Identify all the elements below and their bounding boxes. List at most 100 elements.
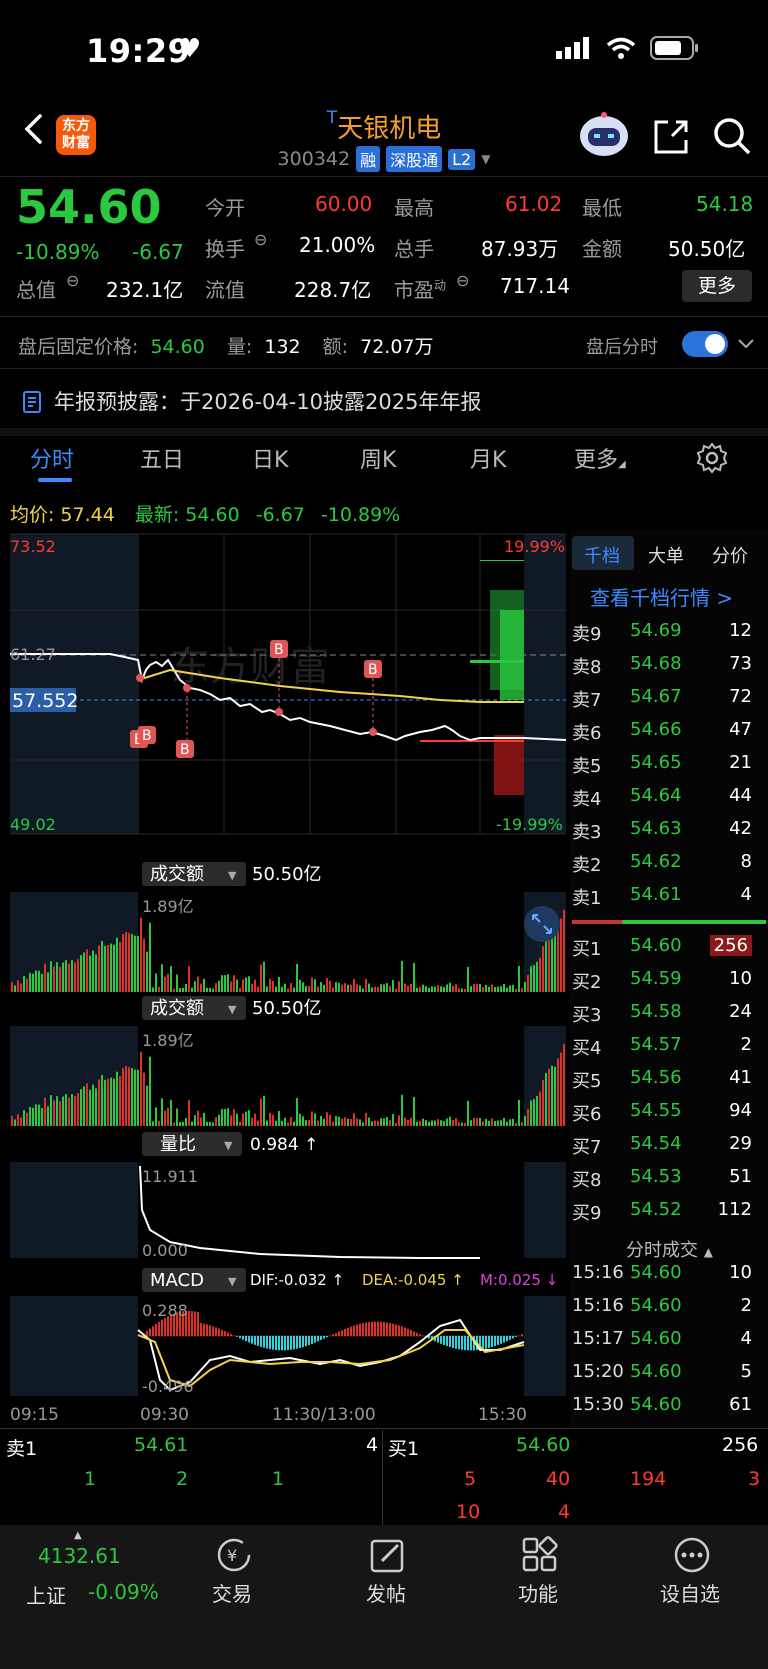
volume-bar [245, 1111, 247, 1126]
ask-row[interactable]: 卖3 54.63 42 [572, 818, 762, 848]
volume-bar [395, 988, 397, 992]
ask-row[interactable]: 卖2 54.62 8 [572, 851, 762, 881]
volume-bar [476, 1118, 478, 1126]
volume-bar [146, 951, 148, 992]
bid-row[interactable]: 买9 54.52 112 [572, 1199, 762, 1229]
volume-bar [14, 985, 16, 992]
bid-row[interactable]: 买7 54.54 29 [572, 1133, 762, 1163]
ask-row[interactable]: 卖7 54.67 72 [572, 686, 762, 716]
tab-price-dist[interactable]: 分价 [712, 542, 748, 568]
tab-five-day[interactable]: 五日 [140, 442, 184, 474]
volume-bar [518, 1099, 520, 1126]
volume-bar [401, 1094, 403, 1126]
volume-bar [263, 1095, 265, 1126]
ask-price: 54.64 [630, 785, 682, 806]
volume-bar [38, 1104, 40, 1126]
index-pct[interactable]: -0.09% [88, 1580, 159, 1604]
volume-bar [416, 987, 418, 992]
post-icon[interactable] [368, 1535, 408, 1575]
float-value: 228.7亿 [294, 278, 372, 302]
bid-price: 54.54 [630, 1133, 682, 1154]
more-button[interactable]: 更多 [682, 270, 752, 302]
ask-row[interactable]: 卖4 54.64 44 [572, 785, 762, 815]
nav-post[interactable]: 发帖 [366, 1578, 406, 1607]
volume-bar [83, 952, 85, 992]
index-value[interactable]: 4132.61 [38, 1544, 121, 1568]
chevron-down-icon[interactable] [736, 336, 756, 352]
tick-volume: 5 [740, 1361, 752, 1382]
low-value: 54.18 [696, 192, 754, 216]
tab-big-orders[interactable]: 大单 [648, 542, 684, 568]
ask-volume: 47 [729, 719, 752, 740]
intraday-chart[interactable]: 东方财富 B B B B B 73.52 61.27 57.552 49.02 … [0, 530, 570, 1430]
volume-bar [554, 932, 556, 992]
ask-row[interactable]: 卖5 54.65 21 [572, 752, 762, 782]
macd-bar [284, 1336, 286, 1351]
volume-bar [62, 1096, 64, 1126]
bid-row[interactable]: 买4 54.57 2 [572, 1034, 762, 1064]
volume-bar [281, 1120, 283, 1126]
bid-row[interactable]: 买1 54.60 256 [572, 935, 762, 965]
ask-row[interactable]: 卖9 54.69 12 [572, 620, 762, 650]
volume-bar [383, 984, 385, 992]
volume-bar [506, 1121, 508, 1126]
bid-row[interactable]: 买2 54.59 10 [572, 968, 762, 998]
nav-trade[interactable]: 交易 [212, 1578, 252, 1607]
ticks-title[interactable]: 分时成交 ▲ [626, 1236, 713, 1262]
volume-bar [275, 1120, 277, 1126]
volume-bar [107, 1078, 109, 1126]
bid-row[interactable]: 买3 54.58 24 [572, 1001, 762, 1031]
search-icon[interactable] [712, 116, 752, 156]
volume-bar [50, 1095, 52, 1126]
volume-bar [254, 1113, 256, 1126]
after-hours-toggle[interactable] [682, 331, 728, 357]
assistant-robot-icon[interactable] [578, 110, 630, 158]
settings-gear-icon[interactable] [696, 442, 728, 474]
volume-bar [125, 931, 127, 992]
tab-monthly-k[interactable]: 月K [470, 442, 506, 474]
volume-bar [116, 937, 118, 992]
more-dots-icon[interactable] [672, 1535, 712, 1575]
volume-bar [296, 1098, 298, 1126]
ask-row[interactable]: 卖6 54.66 47 [572, 719, 762, 749]
info-icon[interactable]: ⊖ [254, 230, 267, 249]
nav-add-watchlist[interactable]: 设自选 [660, 1578, 720, 1607]
share-icon[interactable] [652, 118, 690, 156]
bid-row[interactable]: 买5 54.56 41 [572, 1067, 762, 1097]
volume-bar [335, 1116, 337, 1126]
volume-bar [407, 1119, 409, 1126]
volume-bar [371, 1121, 373, 1126]
volume-bar [302, 1116, 304, 1126]
volume-bar [482, 1121, 484, 1126]
ratio-label: 量比 [160, 1134, 196, 1155]
chevron-down-icon[interactable]: ▼ [481, 152, 490, 166]
volume-bar [20, 983, 22, 992]
tab-weekly-k[interactable]: 周K [360, 442, 396, 474]
volume-bar [68, 1097, 70, 1126]
macd-bar [245, 1336, 247, 1342]
tick-row: 15:16 54.60 10 [572, 1262, 762, 1292]
ask-row[interactable]: 卖8 54.68 73 [572, 653, 762, 683]
view-depth-link[interactable]: 查看千档行情 > [590, 582, 733, 611]
tab-depth[interactable]: 千档 [584, 542, 620, 568]
tab-daily-k[interactable]: 日K [252, 442, 288, 474]
volume-bar [80, 1089, 82, 1126]
ask-row[interactable]: 卖1 54.61 4 [572, 884, 762, 914]
trade-icon[interactable]: ¥ [214, 1535, 254, 1575]
volume-bar [362, 1122, 364, 1126]
volume-bar [257, 1120, 259, 1126]
info-icon[interactable]: ⊖ [66, 271, 79, 290]
volume-bar [500, 986, 502, 992]
pct-top-label: 19.99% [504, 537, 565, 556]
volume-bar [476, 984, 478, 992]
tab-more[interactable]: 更多◢ [574, 442, 626, 474]
bid-row[interactable]: 买8 54.53 51 [572, 1166, 762, 1196]
bid-order-5: 10 [456, 1501, 481, 1523]
tab-intraday[interactable]: 分时 [30, 442, 74, 474]
index-name[interactable]: 上证 [26, 1580, 66, 1609]
annual-report-notice[interactable]: 年报预披露：于2026-04-10披露2025年年报 [54, 386, 481, 416]
nav-functions[interactable]: 功能 [518, 1578, 558, 1607]
functions-icon[interactable] [520, 1535, 560, 1575]
info-icon[interactable]: ⊖ [456, 271, 469, 290]
bid-row[interactable]: 买6 54.55 94 [572, 1100, 762, 1130]
